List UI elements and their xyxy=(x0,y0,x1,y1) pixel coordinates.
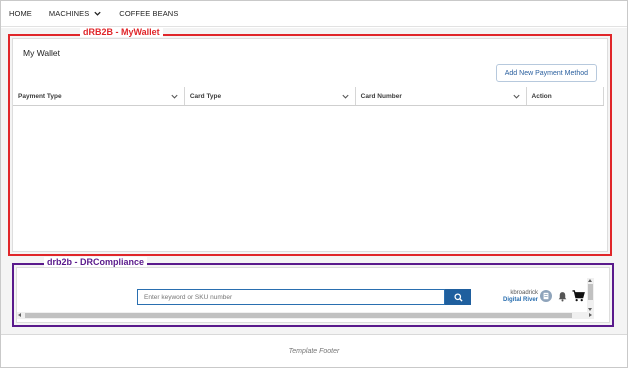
scroll-left-arrow-icon[interactable] xyxy=(18,313,21,317)
wallet-table-header: Payment Type Card Type Card Number Actio… xyxy=(13,87,605,106)
user-name: kbroadrick xyxy=(510,290,539,296)
compliance-region[interactable]: kbroadrick Digital River xyxy=(12,263,614,327)
scroll-right-arrow-icon[interactable] xyxy=(589,313,592,317)
nav-machines[interactable]: MACHINES xyxy=(49,9,102,18)
wallet-region-tag: dRB2B - MyWallet xyxy=(80,27,163,37)
template-footer: Template Footer xyxy=(1,334,627,367)
chevron-down-icon[interactable] xyxy=(341,92,350,101)
wallet-component: My Wallet Add New Payment Method Payment… xyxy=(12,38,608,252)
brand-block: kbroadrick Digital River xyxy=(503,290,538,303)
scrollbar-thumb[interactable] xyxy=(25,313,572,318)
column-header-card-number[interactable]: Card Number xyxy=(356,87,527,105)
footer-label: Template Footer xyxy=(288,347,340,355)
avatar-icon[interactable] xyxy=(540,290,552,302)
compliance-component: kbroadrick Digital River xyxy=(16,267,610,323)
chevron-down-icon[interactable] xyxy=(170,92,179,101)
column-label: Payment Type xyxy=(18,92,62,100)
nav-home-label: HOME xyxy=(9,9,32,18)
bell-icon[interactable] xyxy=(557,291,568,302)
brand-name: Digital River xyxy=(503,297,539,303)
vertical-scrollbar[interactable] xyxy=(587,278,594,312)
scrollbar-thumb[interactable] xyxy=(588,284,593,300)
search-button[interactable] xyxy=(445,289,471,305)
chevron-down-icon[interactable] xyxy=(512,92,521,101)
cart-icon[interactable] xyxy=(572,290,585,302)
search-icon xyxy=(453,292,463,302)
column-label: Card Number xyxy=(360,92,402,100)
wallet-region[interactable]: My Wallet Add New Payment Method Payment… xyxy=(8,34,612,256)
column-header-payment-type[interactable]: Payment Type xyxy=(13,87,185,105)
horizontal-scrollbar[interactable] xyxy=(17,312,594,319)
column-label: Action xyxy=(531,92,552,100)
column-header-card-type[interactable]: Card Type xyxy=(185,87,356,105)
add-payment-method-button[interactable]: Add New Payment Method xyxy=(495,64,597,82)
scroll-down-arrow-icon[interactable] xyxy=(588,308,592,311)
nav-coffee-beans-label: COFFEE BEANS xyxy=(119,9,179,18)
column-header-action: Action xyxy=(527,87,605,105)
nav-home[interactable]: HOME xyxy=(9,9,32,18)
nav-machines-label: MACHINES xyxy=(48,9,90,18)
nav-coffee-beans[interactable]: COFFEE BEANS xyxy=(119,9,178,18)
compliance-region-tag: drb2b - DRCompliance xyxy=(44,257,148,267)
scroll-up-arrow-icon[interactable] xyxy=(588,279,592,282)
chevron-down-icon xyxy=(94,11,101,16)
top-nav: HOME MACHINES COFFEE BEANS xyxy=(1,1,627,27)
wallet-title: My Wallet xyxy=(23,48,60,58)
column-label: Card Type xyxy=(189,92,222,100)
search-input[interactable] xyxy=(137,289,445,305)
